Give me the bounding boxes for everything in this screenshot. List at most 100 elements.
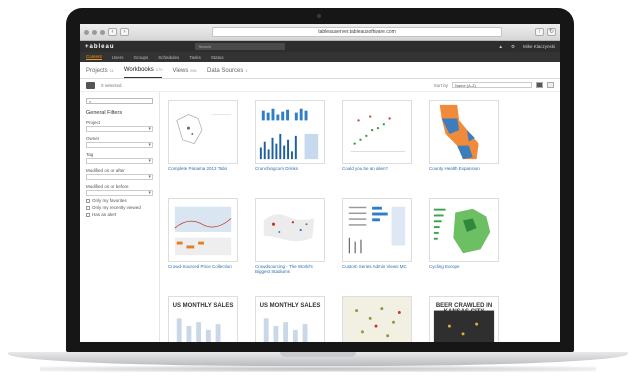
workbook-thumbnail[interactable]: US MONTHLY SALES <box>168 296 238 342</box>
tab-workbooks[interactable]: Workbooks 270 <box>123 67 163 78</box>
alert-checkbox-row[interactable]: Has an alert <box>86 212 153 217</box>
checkbox-label: Only my favorites <box>92 198 127 203</box>
filter-search-input[interactable]: ⌕ <box>86 98 153 104</box>
nav-schedules[interactable]: Schedules <box>158 55 179 60</box>
thumbnail-image <box>169 101 237 163</box>
workbook-title-link[interactable]: Could you be an alien? <box>342 166 412 171</box>
checkbox-label: Only my recently viewed <box>92 205 141 210</box>
workbook-title-link[interactable]: Crowdsourcing - The World's Biggest Stad… <box>255 264 325 274</box>
nav-tasks[interactable]: Tasks <box>189 55 201 60</box>
workbook-title-link[interactable]: Custom Series Admin Views MC <box>342 264 412 269</box>
tab-label: Data Sources <box>207 68 244 74</box>
select-all-checkbox[interactable] <box>86 81 95 89</box>
workbook-grid: Complete Panama 2013 Tabs Crunchingcom Dr… <box>160 92 560 342</box>
thumbnail-caption: US MONTHLY SALES <box>172 303 234 309</box>
tab-count: 11 <box>109 68 114 73</box>
workbook-card[interactable]: Crowd-Sourced Price Collection <box>168 198 238 292</box>
workbook-title-link[interactable]: Cycling Europe <box>429 264 499 269</box>
workbook-card[interactable]: US MONTHLY SALES <box>255 296 325 342</box>
tab-data-sources[interactable]: Data Sources 1 <box>207 68 248 78</box>
filter-sidebar: ⌕ General Filters Project Owner Tag Modi… <box>80 92 160 342</box>
address-bar[interactable]: tableauserver.tableausoftware.com <box>212 27 502 37</box>
tab-label: Projects <box>86 68 108 74</box>
project-filter-select[interactable] <box>86 126 153 132</box>
filter-label: Tag <box>86 152 94 157</box>
workbook-card[interactable]: Crowdsourcing - The World's Biggest Stad… <box>255 198 325 292</box>
workbook-title-link[interactable]: Complete Panama 2013 Tabs <box>168 166 238 171</box>
laptop-photo: ‹ › tableauserver.tableausoftware.com ↑ … <box>0 0 636 379</box>
workbook-card[interactable]: Cycling Europe <box>429 198 499 292</box>
close-dot-icon[interactable] <box>84 29 89 35</box>
thumbnail-image <box>430 101 498 163</box>
filter-label: Project <box>86 120 101 125</box>
thumbnail-image <box>430 199 498 261</box>
tab-count: 1 <box>245 68 248 73</box>
workbook-card[interactable]: Custom Series Admin Views MC <box>342 198 412 292</box>
workbook-title-link[interactable]: Crunchingcom Drinks <box>255 166 325 171</box>
workbook-thumbnail[interactable] <box>429 198 499 262</box>
nav-content[interactable]: Content <box>86 54 102 60</box>
checkbox[interactable] <box>86 198 90 203</box>
workbook-card[interactable]: US MONTHLY SALES <box>168 296 238 342</box>
favorites-checkbox-row[interactable]: Only my favorites <box>86 198 153 203</box>
tab-views[interactable]: Views 891 <box>172 68 197 78</box>
workbook-thumbnail[interactable]: US MONTHLY SALES <box>255 296 325 342</box>
app-header: +ableau Search ▲ ⚙ Mike Klaczynski <box>80 41 560 52</box>
reload-icon[interactable]: ↻ <box>547 28 556 36</box>
tab-count: 270 <box>155 67 163 72</box>
tab-projects[interactable]: Projects 11 <box>86 68 114 78</box>
workbook-thumbnail[interactable] <box>342 296 412 342</box>
workbook-thumbnail[interactable] <box>168 198 238 262</box>
alerts-icon[interactable]: ▲ <box>498 44 502 50</box>
search-input[interactable]: Search <box>194 43 285 50</box>
workbook-thumbnail[interactable] <box>342 198 412 262</box>
user-menu[interactable]: Mike Klaczynski <box>523 44 555 50</box>
workbook-thumbnail[interactable] <box>255 100 325 164</box>
owner-filter-select[interactable] <box>86 142 153 148</box>
thumbnail-image <box>343 297 411 342</box>
thumbnail-image <box>256 199 324 261</box>
modified-before-select[interactable] <box>86 190 153 196</box>
share-icon[interactable]: ↑ <box>535 28 544 36</box>
tab-label: Views <box>172 68 189 74</box>
thumbnail-image <box>343 101 411 163</box>
nav-status[interactable]: Status <box>211 55 224 60</box>
zoom-dot-icon[interactable] <box>100 29 105 35</box>
sort-select[interactable]: Name (A-Z) <box>452 82 532 88</box>
workbook-card[interactable]: Complete Panama 2013 Tabs <box>168 100 238 194</box>
workbook-thumbnail[interactable] <box>342 100 412 164</box>
tab-count: 891 <box>190 68 198 73</box>
minimize-dot-icon[interactable] <box>92 29 97 35</box>
forward-icon[interactable]: › <box>120 28 129 36</box>
checkbox[interactable] <box>86 212 90 217</box>
modified-after-select[interactable] <box>86 174 153 180</box>
workbook-card[interactable] <box>342 296 412 342</box>
tableau-logo[interactable]: +ableau <box>85 44 115 50</box>
filter-label: Modified on or after <box>86 168 125 173</box>
workbook-title-link[interactable]: County Health Expansion <box>429 166 499 171</box>
nav-users[interactable]: Users <box>112 55 124 60</box>
workbook-card[interactable]: BEER CRAWLED IN KANSAS CITY <box>429 296 499 342</box>
workbook-card[interactable]: Could you be an alien? <box>342 100 412 194</box>
screen: ‹ › tableauserver.tableausoftware.com ↑ … <box>80 24 560 342</box>
settings-icon[interactable]: ⚙ <box>511 44 515 50</box>
filter-label: Modified on or before <box>86 184 129 189</box>
tag-filter-select[interactable] <box>86 158 153 164</box>
filter-label: Owner <box>86 136 100 141</box>
workbook-thumbnail[interactable] <box>168 100 238 164</box>
checkbox[interactable] <box>86 205 90 210</box>
workbook-thumbnail[interactable] <box>429 100 499 164</box>
grid-view-icon[interactable] <box>536 82 543 88</box>
workbook-card[interactable]: Crunchingcom Drinks <box>255 100 325 194</box>
workbook-thumbnail[interactable]: BEER CRAWLED IN KANSAS CITY <box>429 296 499 342</box>
workbook-title-link[interactable]: Crowd-Sourced Price Collection <box>168 264 238 269</box>
nav-groups[interactable]: Groups <box>134 55 149 60</box>
content-tabs: Projects 11 Workbooks 270 Views 891 Data So… <box>80 62 560 79</box>
recent-checkbox-row[interactable]: Only my recently viewed <box>86 205 153 210</box>
thumbnail-caption: BEER CRAWLED IN KANSAS CITY <box>435 303 493 315</box>
list-view-icon[interactable] <box>547 82 554 88</box>
back-icon[interactable]: ‹ <box>108 28 117 36</box>
workbook-thumbnail[interactable] <box>255 198 325 262</box>
laptop-notch <box>280 352 356 357</box>
workbook-card[interactable]: County Health Expansion <box>429 100 499 194</box>
